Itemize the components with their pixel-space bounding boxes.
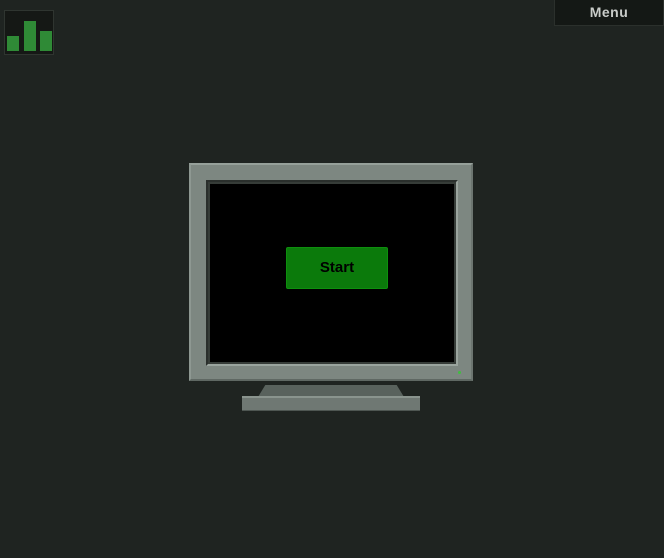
power-led-icon <box>458 371 461 374</box>
bar-chart-bar <box>7 36 19 51</box>
monitor-bezel: Start <box>206 180 458 366</box>
monitor: Start <box>189 163 473 381</box>
monitor-stand-base <box>242 396 420 411</box>
bar-chart-icon[interactable] <box>4 10 54 55</box>
menu-button[interactable]: Menu <box>554 0 664 26</box>
start-button[interactable]: Start <box>286 247 388 289</box>
monitor-screen: Start <box>210 184 454 362</box>
bar-chart-bar <box>40 31 52 51</box>
bar-chart-bar <box>24 21 36 51</box>
